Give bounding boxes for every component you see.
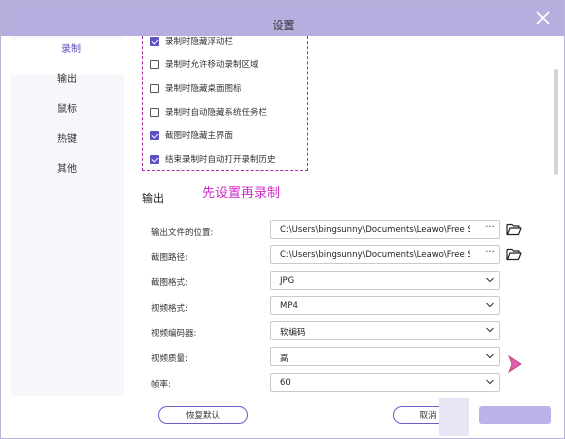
video-quality-label: 视频质量: [151,354,188,364]
recording-options-highlight [142,36,308,171]
video-encoder-select[interactable]: 软编码 [270,321,500,340]
vertical-scrollbar[interactable] [554,69,558,175]
video-format-select[interactable]: MP4 [270,296,500,315]
option-label: 录制时隐藏浮动栏 [165,37,234,47]
restore-defaults-button[interactable]: 恢复默认 [158,406,248,424]
checkbox-icon[interactable] [150,37,159,46]
close-icon[interactable] [536,11,550,25]
output-location-field[interactable]: C:\Users\bingsunny\Documents\Leawo\Free … [270,220,500,239]
checkbox-icon[interactable] [150,108,159,117]
settings-window: 设置 录制 输出 鼠标 热键 其他 录制时隐藏浮动栏 录制时允许移动录制区域 录… [0,0,565,439]
select-value: 60 [280,378,291,388]
output-section-title: 输出 [142,192,164,205]
sidebar-item-label: 其他 [57,164,77,175]
title-bar: 设置 [1,1,564,36]
settings-sidebar: 录制 输出 鼠标 热键 其他 [11,36,124,396]
option-label: 结束录制时自动打开录制历史 [165,155,276,165]
screenshot-format-label: 截图格式: [151,278,188,288]
video-format-label: 视频格式: [151,304,188,314]
browse-more-button[interactable]: ··· [481,221,499,238]
video-quality-select[interactable]: 高 [270,347,500,366]
video-encoder-label: 视频编码器: [151,329,197,339]
sidebar-item-label: 鼠标 [57,104,77,115]
folder-icon[interactable] [506,247,522,261]
settings-content: 录制时隐藏浮动栏 录制时允许移动录制区域 录制时隐藏桌面图标 录制时自动隐藏系统… [126,36,564,396]
option-label: 录制时自动隐藏系统任务栏 [165,108,268,118]
browse-more-button[interactable]: ··· [481,246,499,263]
checkbox-icon[interactable] [150,60,159,69]
window-title: 设置 [272,19,295,32]
select-value: 高 [280,354,289,364]
blurred-region [439,398,469,436]
checkbox-icon[interactable] [150,155,159,164]
option-label: 录制时隐藏桌面图标 [165,84,242,94]
option-label: 截图时隐藏主界面 [165,131,234,141]
dialog-footer: 恢复默认 取消 [1,396,564,438]
sidebar-item-label: 录制 [61,44,81,55]
chevron-down-icon [486,353,494,359]
select-value: JPG [280,276,295,286]
folder-icon[interactable] [506,222,522,236]
sidebar-item-label: 热键 [57,134,77,145]
chevron-down-icon [486,327,494,333]
screenshot-path-value: C:\Users\bingsunny\Documents\Leawo\Free … [280,250,470,260]
frame-rate-select[interactable]: 60 [270,373,500,392]
annotation-text: 先设置再录制 [202,186,281,201]
sidebar-item-output[interactable]: 输出 [11,69,124,91]
select-value: MP4 [280,301,298,311]
sidebar-item-mouse[interactable]: 鼠标 [11,99,124,121]
select-value: 软编码 [280,328,306,338]
sidebar-item-hotkey[interactable]: 热键 [11,129,124,151]
screenshot-format-select[interactable]: JPG [270,271,500,290]
checkbox-icon[interactable] [150,131,159,140]
output-location-value: C:\Users\bingsunny\Documents\Leawo\Free … [280,225,470,235]
chevron-down-icon [486,379,494,385]
output-location-label: 输出文件的位置: [151,228,214,238]
option-label: 录制时允许移动录制区域 [165,60,259,70]
sidebar-item-label: 输出 [57,74,77,85]
sidebar-item-other[interactable]: 其他 [11,159,124,181]
screenshot-path-label: 截图路径: [151,253,188,263]
frame-rate-label: 帧率: [151,380,171,390]
chevron-down-icon [486,302,494,308]
chevron-down-icon [486,277,494,283]
screenshot-path-field[interactable]: C:\Users\bingsunny\Documents\Leawo\Free … [270,245,500,264]
cursor-arrow-icon [508,355,522,373]
checkbox-icon[interactable] [150,84,159,93]
confirm-button[interactable] [479,406,551,424]
